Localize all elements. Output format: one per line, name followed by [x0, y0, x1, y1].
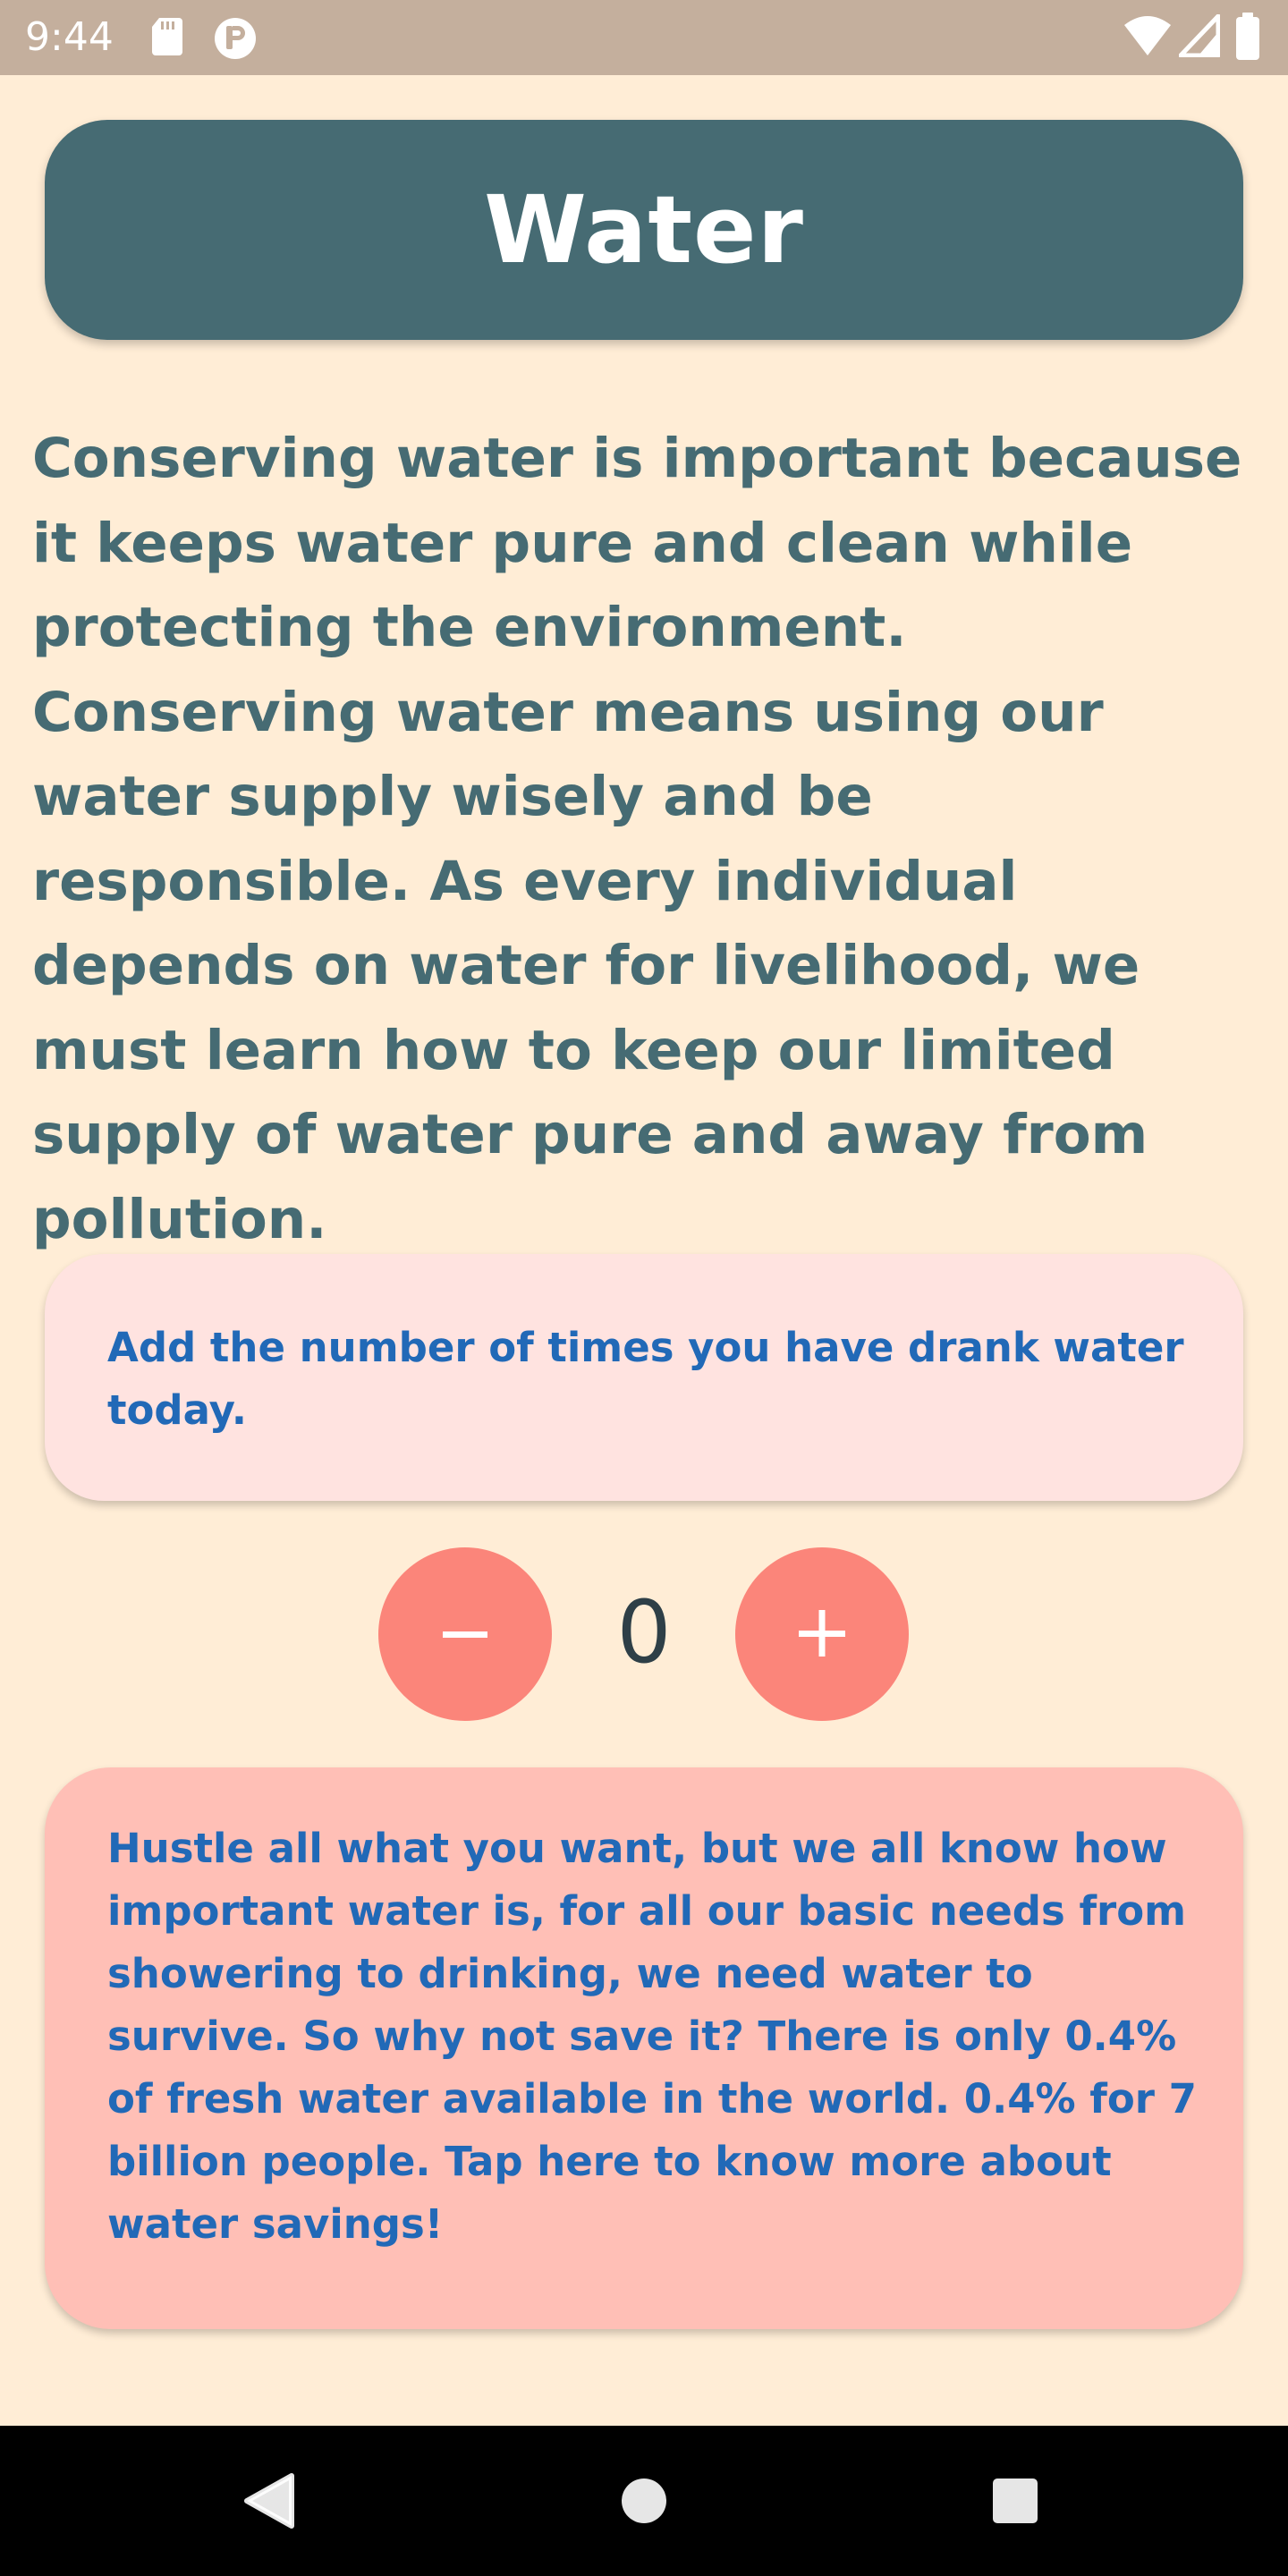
status-time: 9:44 — [25, 14, 114, 60]
cell-signal-icon — [1178, 13, 1221, 61]
drink-prompt-text: Add the number of times you have drank w… — [107, 1324, 1184, 1434]
back-icon — [244, 2473, 294, 2529]
description-text: Conserving water is important because it… — [32, 427, 1242, 1251]
page-title: Water — [484, 175, 804, 284]
water-savings-info-text: Hustle all what you want, but we all kno… — [107, 1825, 1197, 2248]
drink-prompt-card: Add the number of times you have drank w… — [45, 1254, 1243, 1501]
battery-icon — [1234, 13, 1261, 64]
navigation-bar — [0, 2426, 1288, 2576]
back-button[interactable] — [179, 2426, 358, 2576]
minus-icon — [443, 1631, 487, 1638]
recents-icon — [993, 2479, 1038, 2523]
plus-icon — [799, 1610, 845, 1657]
header-banner: Water — [45, 120, 1243, 340]
home-icon — [622, 2479, 666, 2523]
app-screen: 9:44 Water Conserving water is important… — [0, 0, 1288, 2576]
home-button[interactable] — [555, 2426, 733, 2576]
water-savings-info-card[interactable]: Hustle all what you want, but we all kno… — [45, 1767, 1243, 2329]
increment-button[interactable] — [735, 1547, 909, 1721]
status-bar: 9:44 — [0, 0, 1288, 75]
sd-card-icon — [150, 16, 184, 61]
decrement-button[interactable] — [378, 1547, 552, 1721]
recents-button[interactable] — [926, 2426, 1105, 2576]
wifi-icon — [1123, 14, 1172, 61]
notification-app-icon — [213, 16, 258, 64]
water-counter-value: 0 — [616, 1582, 672, 1682]
